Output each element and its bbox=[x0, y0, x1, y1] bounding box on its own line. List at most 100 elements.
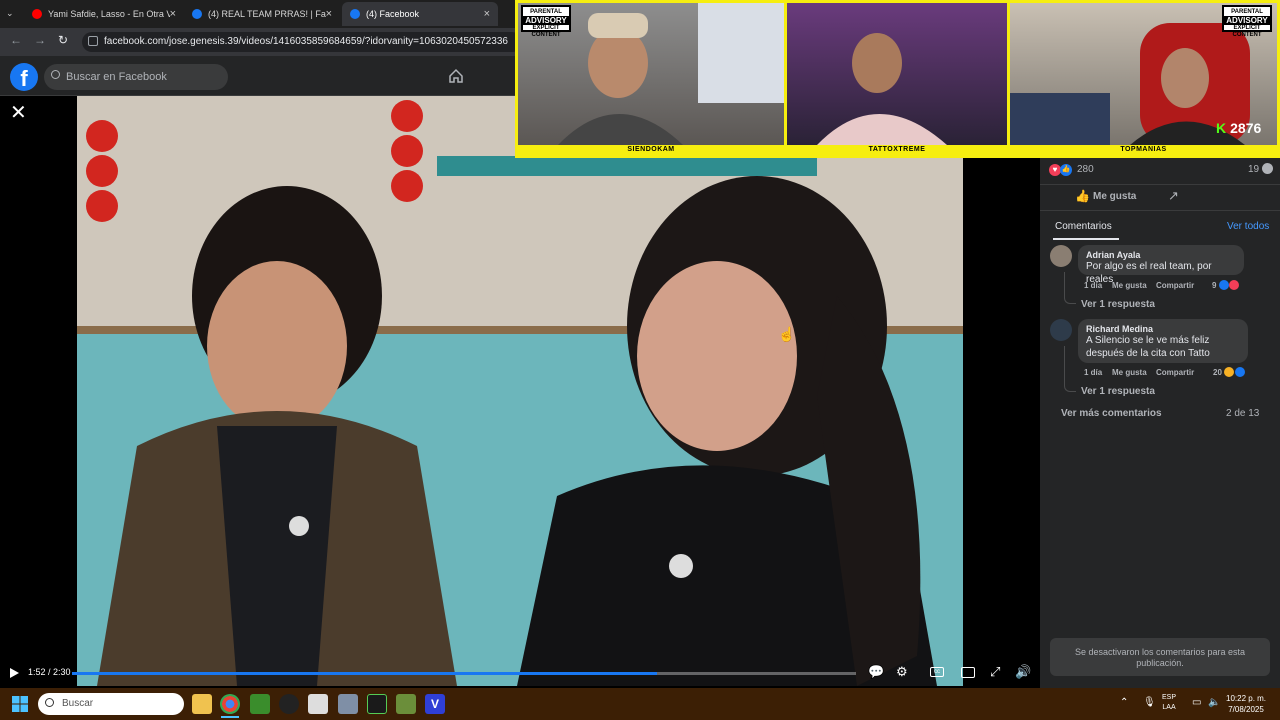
search-icon bbox=[45, 698, 54, 707]
cam-label: TOPMANIAS bbox=[1120, 146, 1167, 153]
forward-icon[interactable]: → bbox=[34, 33, 46, 47]
viewer-count: K 2876 bbox=[1216, 120, 1261, 136]
windows-start-icon[interactable] bbox=[12, 696, 28, 712]
microphone-icon[interactable]: 🎙 bbox=[1143, 697, 1156, 708]
reactions-count[interactable]: 280 bbox=[1077, 164, 1094, 175]
avatar[interactable] bbox=[1050, 319, 1072, 341]
taskbar-search-input[interactable]: Buscar bbox=[38, 693, 184, 715]
comment-text: A Silencio se le ve más feliz después de… bbox=[1086, 335, 1210, 359]
document-icon[interactable] bbox=[308, 694, 328, 714]
more-comments-link[interactable]: Ver más comentarios bbox=[1061, 408, 1162, 419]
clock-date: 7/08/2025 bbox=[1228, 705, 1264, 714]
comment-reactions-count: 20 bbox=[1213, 368, 1222, 377]
tab-label: (4) Facebook bbox=[366, 9, 420, 19]
picture-in-picture-icon[interactable] bbox=[961, 667, 975, 678]
cam-tattoxtreme bbox=[787, 3, 1007, 145]
tab-comments[interactable]: Comentarios bbox=[1055, 221, 1112, 232]
parental-advisory-badge: PARENTAL ADVISORY EXPLICIT CONTENT bbox=[521, 5, 571, 38]
tab-facebook-active[interactable]: (4) Facebook × bbox=[342, 2, 498, 26]
time-display: 1:52 / 2:30 bbox=[28, 667, 71, 677]
close-tab-icon[interactable]: × bbox=[170, 8, 176, 20]
fullscreen-icon[interactable]: ⤢ bbox=[990, 664, 1000, 680]
comment-author[interactable]: Richard Medina bbox=[1086, 324, 1240, 334]
captions-icon[interactable]: cc bbox=[930, 667, 944, 677]
comment-like-button[interactable]: Me gusta bbox=[1112, 281, 1147, 290]
tab-real-team[interactable]: (4) REAL TEAM PRRAS! | Facebo × bbox=[184, 2, 340, 26]
site-info-icon[interactable] bbox=[88, 36, 98, 46]
advisory-bottom: EXPLICIT CONTENT bbox=[531, 25, 561, 38]
comment-like-button[interactable]: Me gusta bbox=[1112, 368, 1147, 377]
like-reaction-icon: 👍 bbox=[1060, 164, 1072, 176]
viewer-count-value: 2876 bbox=[1230, 120, 1262, 136]
comment-time[interactable]: 1 día bbox=[1084, 281, 1102, 290]
tab-list-chevron-icon[interactable]: ⌄ bbox=[6, 8, 14, 19]
comment-author[interactable]: Adrian Ayala bbox=[1086, 250, 1236, 260]
comment-bubble: Adrian Ayala Por algo es el real team, p… bbox=[1078, 245, 1244, 285]
network-icon[interactable]: ▭ bbox=[1192, 697, 1201, 708]
media-app-icon[interactable] bbox=[367, 694, 387, 714]
comment-time[interactable]: 1 día bbox=[1084, 368, 1102, 377]
v-app-icon[interactable]: V bbox=[425, 694, 445, 714]
reload-icon[interactable]: ↻ bbox=[58, 33, 68, 47]
advisory-top: PARENTAL bbox=[530, 9, 562, 15]
comment-bubble-icon[interactable]: 💬 bbox=[868, 664, 884, 680]
close-tab-icon[interactable]: × bbox=[484, 8, 490, 20]
video-frame[interactable] bbox=[77, 96, 963, 686]
close-tab-icon[interactable]: × bbox=[326, 8, 332, 20]
progress-fill bbox=[72, 672, 658, 675]
facebook-icon bbox=[350, 9, 360, 19]
chevron-up-icon[interactable]: ⌃ bbox=[1120, 697, 1128, 708]
lang-bottom: LAA bbox=[1162, 704, 1176, 711]
divider bbox=[1040, 210, 1280, 211]
calculator-icon[interactable] bbox=[338, 694, 358, 714]
tab-underline bbox=[1053, 238, 1119, 240]
play-icon[interactable] bbox=[9, 668, 19, 678]
settings-gear-icon[interactable]: ⚙ bbox=[896, 664, 908, 680]
video-scene bbox=[77, 96, 963, 686]
cam-scene bbox=[817, 33, 947, 145]
comments-count[interactable]: 19 bbox=[1248, 164, 1259, 175]
divider bbox=[1040, 184, 1280, 185]
cam-label: SIENDOKAM bbox=[627, 146, 675, 153]
speaker-icon[interactable]: 🔈 bbox=[1208, 697, 1220, 708]
comment-share-button[interactable]: Compartir bbox=[1156, 281, 1194, 290]
like-icon: 👍 bbox=[1075, 189, 1090, 203]
share-icon[interactable]: ↗ bbox=[1168, 188, 1179, 204]
facebook-icon bbox=[192, 9, 202, 19]
like-reaction-icon bbox=[1219, 280, 1229, 290]
avatar[interactable] bbox=[1050, 245, 1072, 267]
volume-icon[interactable]: 🔊 bbox=[1015, 664, 1031, 680]
back-icon[interactable]: ← bbox=[10, 33, 22, 47]
url-field[interactable]: facebook.com/jose.genesis.39/videos/1416… bbox=[82, 32, 522, 52]
comment-icon bbox=[1262, 163, 1273, 174]
comment-share-button[interactable]: Compartir bbox=[1156, 368, 1194, 377]
clock[interactable]: 10:22 p. m. 7/08/2025 bbox=[1226, 693, 1266, 715]
youtube-icon bbox=[32, 9, 42, 19]
active-app-indicator bbox=[221, 716, 239, 718]
like-button[interactable]: Me gusta bbox=[1093, 191, 1136, 202]
comments-pagination: 2 de 13 bbox=[1226, 408, 1260, 419]
clock-time: 10:22 p. m. bbox=[1226, 694, 1267, 703]
view-replies-link[interactable]: Ver 1 respuesta bbox=[1081, 299, 1155, 310]
close-video-icon[interactable]: ✕ bbox=[10, 100, 27, 125]
game-icon[interactable] bbox=[396, 694, 416, 714]
view-replies-link[interactable]: Ver 1 respuesta bbox=[1081, 386, 1155, 397]
facebook-logo[interactable]: f bbox=[10, 63, 38, 91]
tab-youtube[interactable]: Yami Safdie, Lasso - En Otra Vi × bbox=[24, 2, 184, 26]
app-icon[interactable] bbox=[279, 694, 299, 714]
comments-disabled-notice: Se desactivaron los comentarios para est… bbox=[1050, 638, 1270, 676]
see-all-link[interactable]: Ver todos bbox=[1227, 221, 1269, 232]
like-reaction-icon bbox=[1235, 367, 1245, 377]
file-explorer-icon[interactable] bbox=[192, 694, 212, 714]
lang-top: ESP bbox=[1162, 694, 1177, 701]
facebook-search-input[interactable]: Buscar en Facebook bbox=[44, 64, 228, 90]
advisory-mid: ADVISORY bbox=[1224, 16, 1270, 25]
advisory-bottom: EXPLICIT CONTENT bbox=[1232, 25, 1262, 38]
search-icon bbox=[51, 70, 60, 79]
minecraft-icon[interactable] bbox=[250, 694, 270, 714]
thread-line bbox=[1064, 346, 1076, 392]
home-icon[interactable] bbox=[448, 68, 464, 84]
cam-label: TATTOXTREME bbox=[868, 146, 926, 153]
language-indicator[interactable]: ESP LAA bbox=[1162, 693, 1176, 713]
chrome-icon[interactable] bbox=[220, 694, 240, 714]
